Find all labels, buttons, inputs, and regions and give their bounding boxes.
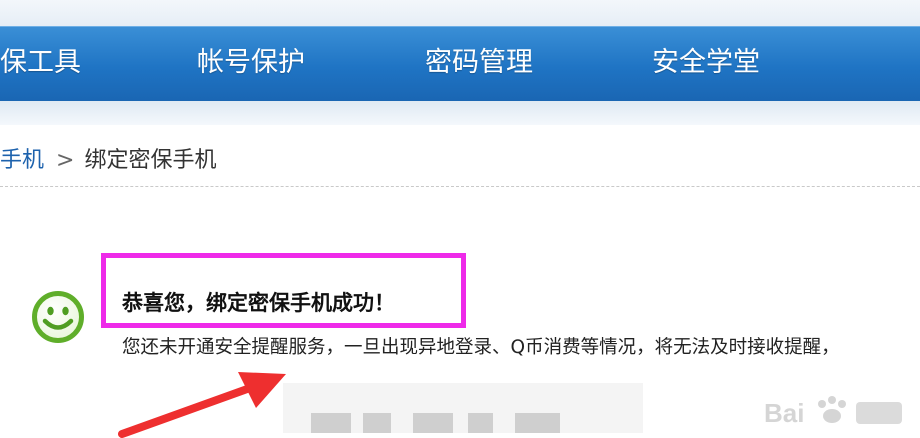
- top-strip: [0, 0, 920, 26]
- section-divider: [0, 186, 920, 187]
- breadcrumb-separator: >: [56, 148, 75, 173]
- breadcrumb-current: 绑定密保手机: [84, 148, 217, 173]
- smiley-face-icon: [32, 291, 84, 343]
- breadcrumb: 手机 > 绑定密保手机: [0, 145, 216, 177]
- nav-item-security-tools[interactable]: 保工具: [0, 27, 81, 101]
- security-alert-notice: 您还未开通安全提醒服务，一旦出现异地登录、Q币消费等情况，将无法及时接收提醒，: [122, 337, 840, 358]
- nav-item-password-management[interactable]: 密码管理: [425, 27, 533, 101]
- nav-item-account-protection[interactable]: 帐号保护: [197, 27, 305, 101]
- annotation-arrow-icon: [118, 372, 286, 438]
- main-nav-bar: 保工具 帐号保护 密码管理 安全学堂: [0, 26, 920, 103]
- success-title: 恭喜您，绑定密保手机成功！: [122, 290, 395, 315]
- svg-text:Bai: Bai: [764, 398, 804, 428]
- watermark-logo-icon: Bai: [764, 396, 902, 428]
- nav-item-security-academy[interactable]: 安全学堂: [652, 27, 760, 101]
- breadcrumb-parent-link[interactable]: 手机: [0, 148, 44, 173]
- sub-strip: [0, 101, 920, 125]
- blurred-content: [283, 383, 643, 433]
